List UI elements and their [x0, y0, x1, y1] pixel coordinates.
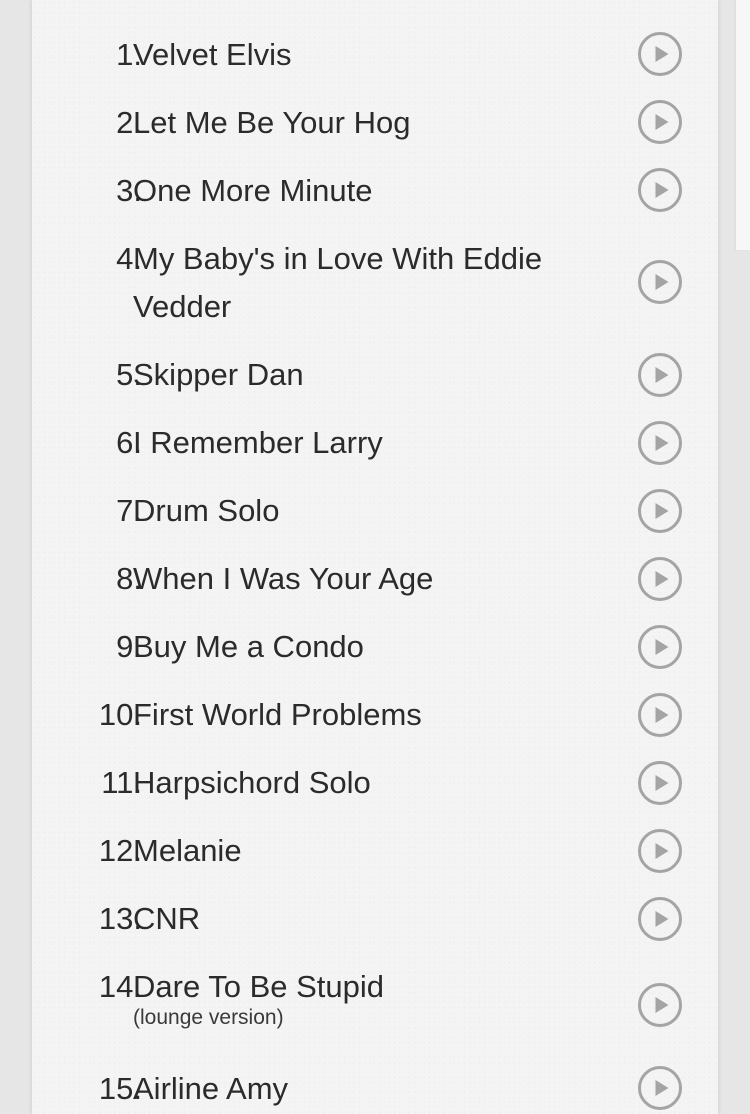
- track-title: I Remember Larry: [133, 425, 383, 460]
- tracklist-card: 1. Velvet Elvis 2. Let Me Be Your Hog 3.…: [32, 0, 718, 1114]
- track-title: First World Problems: [133, 697, 422, 732]
- play-icon: [655, 503, 669, 519]
- play-button[interactable]: [638, 983, 682, 1027]
- track-title-block: Let Me Be Your Hog: [133, 99, 583, 147]
- play-icon: [655, 435, 669, 451]
- play-button[interactable]: [638, 829, 682, 873]
- track-title-block: Harpsichord Solo: [133, 759, 583, 807]
- track-title-block: One More Minute: [133, 167, 583, 215]
- play-icon: [655, 775, 669, 791]
- screen: 1. Velvet Elvis 2. Let Me Be Your Hog 3.…: [0, 0, 750, 1114]
- play-button[interactable]: [638, 1066, 682, 1110]
- play-button[interactable]: [638, 625, 682, 669]
- play-button[interactable]: [638, 100, 682, 144]
- play-button[interactable]: [638, 421, 682, 465]
- play-icon: [655, 1080, 669, 1096]
- play-button[interactable]: [638, 168, 682, 212]
- play-icon: [655, 46, 669, 62]
- play-icon: [655, 911, 669, 927]
- track-title: One More Minute: [133, 173, 373, 208]
- play-button[interactable]: [638, 489, 682, 533]
- track-title: CNR: [133, 901, 201, 936]
- play-icon: [655, 707, 669, 723]
- track-title-block: Skipper Dan: [133, 351, 583, 399]
- track-title: Buy Me a Condo: [133, 629, 364, 664]
- track-title: Skipper Dan: [133, 357, 304, 392]
- track-title-block: Airline Amy: [133, 1065, 583, 1113]
- track-title: Let Me Be Your Hog: [133, 105, 411, 140]
- track-title-block: Melanie: [133, 827, 583, 875]
- track-title-block: Dare To Be Stupid (lounge version): [133, 963, 583, 1031]
- track-title-block: Drum Solo: [133, 487, 583, 535]
- track-title-block: CNR: [133, 895, 583, 943]
- track-title-block: First World Problems: [133, 691, 583, 739]
- track-title-block: When I Was Your Age: [133, 555, 583, 603]
- play-button[interactable]: [638, 897, 682, 941]
- track-title: Airline Amy: [133, 1071, 289, 1106]
- adjacent-panel-edge: [736, 0, 750, 250]
- play-button[interactable]: [638, 693, 682, 737]
- track-title: Harpsichord Solo: [133, 765, 371, 800]
- track-title-block: My Baby's in Love With Eddie Vedder: [133, 235, 583, 331]
- track-title: Velvet Elvis: [133, 37, 292, 72]
- play-button[interactable]: [638, 353, 682, 397]
- track-title: Dare To Be Stupid: [133, 969, 385, 1004]
- play-icon: [655, 571, 669, 587]
- play-icon: [655, 274, 669, 290]
- play-icon: [655, 367, 669, 383]
- play-button[interactable]: [638, 260, 682, 304]
- track-title-block: Buy Me a Condo: [133, 623, 583, 671]
- track-title-block: I Remember Larry: [133, 419, 583, 467]
- play-icon: [655, 114, 669, 130]
- play-icon: [655, 639, 669, 655]
- play-button[interactable]: [638, 557, 682, 601]
- play-button[interactable]: [638, 761, 682, 805]
- track-title: Melanie: [133, 833, 242, 868]
- play-button[interactable]: [638, 32, 682, 76]
- play-icon: [655, 182, 669, 198]
- track-title: Drum Solo: [133, 493, 280, 528]
- play-icon: [655, 997, 669, 1013]
- track-title: My Baby's in Love With Eddie Vedder: [133, 241, 543, 324]
- track-title-block: Velvet Elvis: [133, 31, 583, 79]
- play-icon: [655, 843, 669, 859]
- track-title: When I Was Your Age: [133, 561, 434, 596]
